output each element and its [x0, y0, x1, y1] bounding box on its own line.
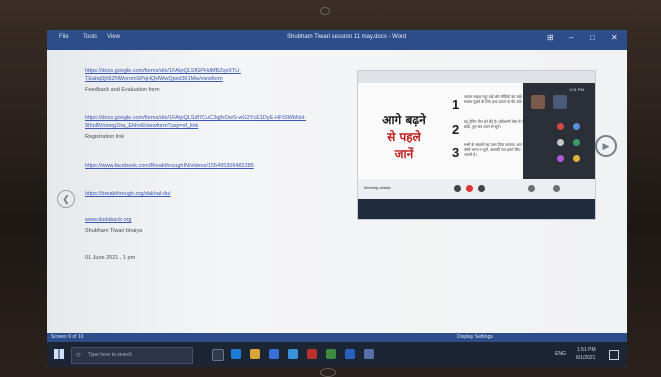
tray-time[interactable]: 1:51 PM: [577, 347, 596, 353]
tray-language[interactable]: ENG: [555, 351, 566, 357]
file-explorer-icon[interactable]: [250, 349, 260, 359]
point-text: अपना माइक म्यूट रखें और वीडियो बंद रखें।…: [464, 95, 523, 104]
participant-dot: [573, 139, 580, 146]
meeting-clock: 1:01 PM: [569, 87, 584, 92]
teams-icon[interactable]: [364, 349, 374, 359]
menu-tools[interactable]: Tools: [83, 34, 97, 40]
task-view-icon[interactable]: [212, 349, 224, 361]
windows-start-icon[interactable]: [54, 349, 64, 359]
camera-notch: [320, 7, 330, 15]
video-taskbar: [358, 199, 595, 219]
search-box[interactable]: ○ Type here to search: [71, 347, 193, 364]
edge-icon[interactable]: [231, 349, 241, 359]
point-number: 2: [452, 122, 460, 137]
display-settings[interactable]: Display Settings: [457, 334, 493, 340]
document-area: ❮ https://docs.google.com/forms/d/e/1FAI…: [47, 50, 627, 333]
close-button[interactable]: ✕: [611, 33, 618, 42]
app-icon[interactable]: [307, 349, 317, 359]
participant-avatar: [553, 95, 567, 109]
maximize-button[interactable]: □: [590, 33, 595, 42]
doc-line[interactable]: https://breakthrough.org/dakhal-do/: [85, 191, 171, 197]
mic-icon[interactable]: [454, 185, 461, 192]
play-icon[interactable]: ▶: [595, 135, 617, 157]
menu-file[interactable]: File: [59, 34, 69, 40]
doc-line: Shubham Tiwari bhaiya: [85, 228, 143, 234]
meeting-details-label[interactable]: Meeting details: [364, 185, 391, 190]
participant-avatar: [531, 95, 545, 109]
word-title-bar: File Tools View Shubham Tiwari session 1…: [47, 30, 627, 50]
participant-dot: [573, 155, 580, 162]
laptop-screen: File Tools View Shubham Tiwari session 1…: [47, 30, 627, 367]
camera-icon[interactable]: [478, 185, 485, 192]
tray-date[interactable]: 6/1/2021: [576, 355, 595, 361]
point-number: 1: [452, 97, 460, 112]
video-heading: आगे बढ़ने से पहले जानें: [382, 113, 426, 161]
end-call-icon[interactable]: [466, 185, 473, 192]
doc-line[interactable]: TEahq5jh5ZNWoromSPqHQHWwQpxd361Mw/viewfo…: [85, 76, 223, 82]
participant-dot: [557, 155, 564, 162]
notification-icon[interactable]: [609, 350, 619, 360]
store-icon[interactable]: [269, 349, 279, 359]
meeting-panel: 1:01 PM: [523, 83, 595, 179]
participant-dot: [557, 123, 564, 130]
minimize-button[interactable]: –: [569, 33, 573, 42]
point-text: सभी के सवालों का उत्तर दिया जाएगा। अंत म…: [464, 143, 525, 157]
windows-taskbar: ○ Type here to search ENG 1:51 PM 6/1/20…: [47, 342, 627, 367]
doc-line[interactable]: www.dudaback.org: [85, 217, 131, 223]
point-number: 3: [452, 145, 460, 160]
meeting-controls: Meeting details: [358, 179, 595, 199]
menu-view[interactable]: View: [107, 34, 120, 40]
embedded-video[interactable]: आगे बढ़ने से पहले जानें 1 2 3 अपना माइक …: [357, 70, 596, 220]
doc-line[interactable]: https://docs.google.com/forms/d/e/1FAIpQ…: [85, 115, 306, 121]
participant-dot: [557, 139, 564, 146]
doc-line[interactable]: https://www.facebook.com/BreakthroughIN/…: [85, 163, 254, 169]
search-placeholder: Type here to search: [88, 352, 133, 358]
point-text: यह ट्रेनिंग तीन घंटे की है। प्रतिभागी बी…: [464, 120, 524, 129]
window-title: Shubham Tiwari session 11 may.docx - Wor…: [287, 34, 407, 40]
layout-icon[interactable]: ⊞: [547, 33, 554, 42]
hp-logo: [320, 368, 336, 377]
previous-page-icon[interactable]: ❮: [57, 190, 75, 208]
doc-line: 01 June 2021 , 1 pm: [85, 255, 136, 261]
doc-line: Registration link: [85, 134, 125, 140]
mail-icon[interactable]: [288, 349, 298, 359]
participant-dot: [573, 123, 580, 130]
word-icon[interactable]: [345, 349, 355, 359]
chrome-icon[interactable]: [326, 349, 336, 359]
chat-icon[interactable]: [528, 185, 535, 192]
search-icon: ○: [76, 350, 81, 359]
doc-line[interactable]: 9Ihn8Vnmeg1ha_Ehhv6/viewform?usp=sf_link: [85, 123, 198, 129]
status-bar: Screen 9 of 10 Display Settings: [47, 333, 627, 342]
page-indicator: Screen 9 of 10: [51, 334, 84, 340]
doc-line: Feedback and Evaluation form: [85, 87, 160, 93]
doc-line[interactable]: https://docs.google.com/forms/d/e/1FAIpQ…: [85, 68, 241, 74]
people-icon[interactable]: [553, 185, 560, 192]
video-browser-bar: [358, 71, 595, 83]
